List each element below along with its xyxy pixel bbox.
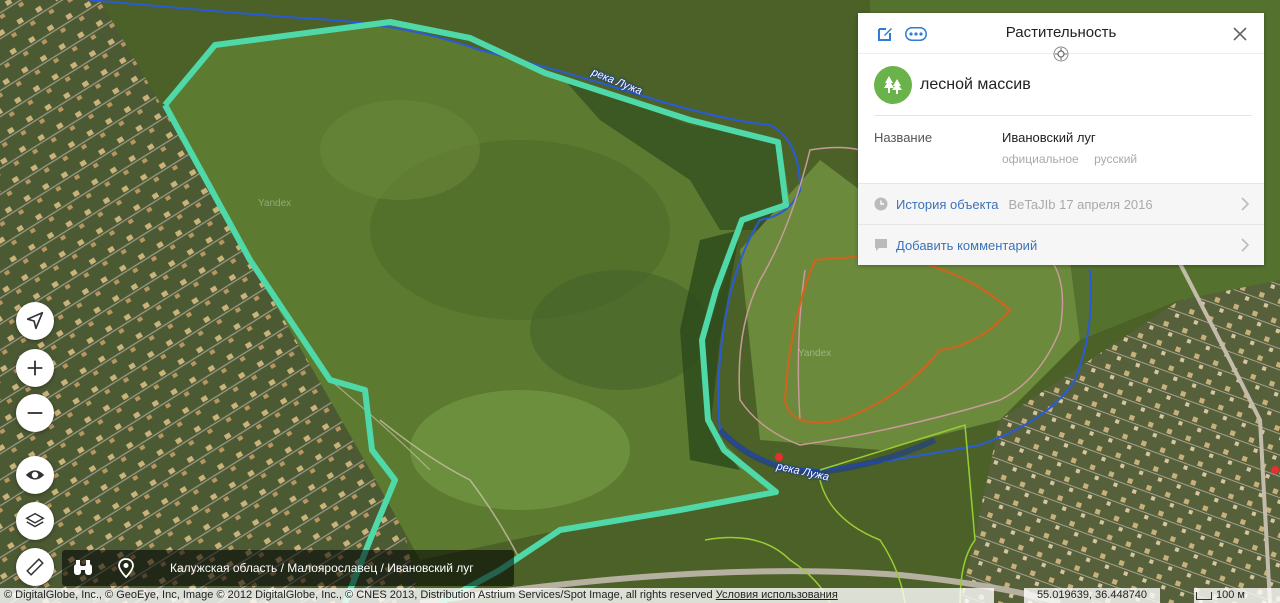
- object-type: лесной массив: [920, 76, 1031, 93]
- divider: [874, 115, 1252, 116]
- map-watermark: Yandex: [798, 348, 832, 359]
- scale-label: 100 м: [1216, 589, 1245, 601]
- history-row[interactable]: История объекта BeTaJIb 17 апреля 2016: [858, 183, 1264, 224]
- attribute-value: Ивановский луг: [1002, 130, 1096, 145]
- layers-button[interactable]: [16, 502, 54, 540]
- add-comment-link[interactable]: Добавить комментарий: [896, 238, 1037, 253]
- layers-icon: [25, 512, 45, 528]
- comment-row[interactable]: Добавить комментарий: [858, 224, 1264, 265]
- object-info-panel: Растительность лесной массив Название Ив…: [858, 13, 1264, 265]
- breadcrumb[interactable]: Калужская область / Малоярославец / Иван…: [170, 561, 474, 575]
- navigate-button[interactable]: [16, 302, 54, 340]
- navigation-arrow-icon: [26, 311, 44, 330]
- scale-bar-line: [1196, 592, 1212, 600]
- bottom-toolbar: Калужская область / Малоярославец / Иван…: [62, 550, 514, 586]
- panorama-button[interactable]: [16, 456, 54, 494]
- chevron-right-icon: [1241, 197, 1250, 211]
- crosshair-icon[interactable]: [1053, 46, 1069, 62]
- plus-icon: [27, 360, 43, 376]
- zoom-out-button[interactable]: [16, 394, 54, 432]
- close-icon[interactable]: [1233, 27, 1247, 41]
- comment-icon: [875, 239, 887, 251]
- ruler-icon: [26, 558, 44, 576]
- chevron-right-icon: [1241, 238, 1250, 252]
- coordinates-readout[interactable]: 55.019639, 36.448740: [1024, 588, 1160, 603]
- panel-title: Растительность: [1005, 24, 1117, 41]
- zoom-in-button[interactable]: [16, 349, 54, 387]
- eye-icon: [25, 470, 45, 480]
- attribute-tag: русский: [1094, 152, 1138, 166]
- attribute-key: Название: [874, 130, 933, 145]
- terms-link[interactable]: Условия использования: [716, 589, 838, 601]
- tree-icon: [874, 66, 912, 104]
- attribute-tag: официальное: [1002, 152, 1079, 166]
- attribute-tags: официальное русский: [1002, 152, 1149, 166]
- history-link[interactable]: История объекта: [896, 197, 999, 212]
- attribution-text: © DigitalGlobe, Inc., © GeoEye, Inc, Ima…: [4, 589, 713, 601]
- minus-icon: [27, 412, 43, 414]
- map-attribution: © DigitalGlobe, Inc., © GeoEye, Inc, Ima…: [0, 588, 994, 603]
- binoculars-icon[interactable]: [72, 558, 94, 578]
- map-watermark: Yandex: [258, 198, 292, 209]
- history-meta: BeTaJIb 17 апреля 2016: [1008, 196, 1153, 212]
- map-pin-icon[interactable]: [118, 558, 134, 578]
- clock-icon: [874, 197, 888, 211]
- scale-bar: 100 м: [1194, 588, 1280, 603]
- ruler-button[interactable]: [16, 548, 54, 586]
- object-type-row: лесной массив: [874, 66, 1031, 104]
- panel-header: Растительность: [858, 13, 1264, 62]
